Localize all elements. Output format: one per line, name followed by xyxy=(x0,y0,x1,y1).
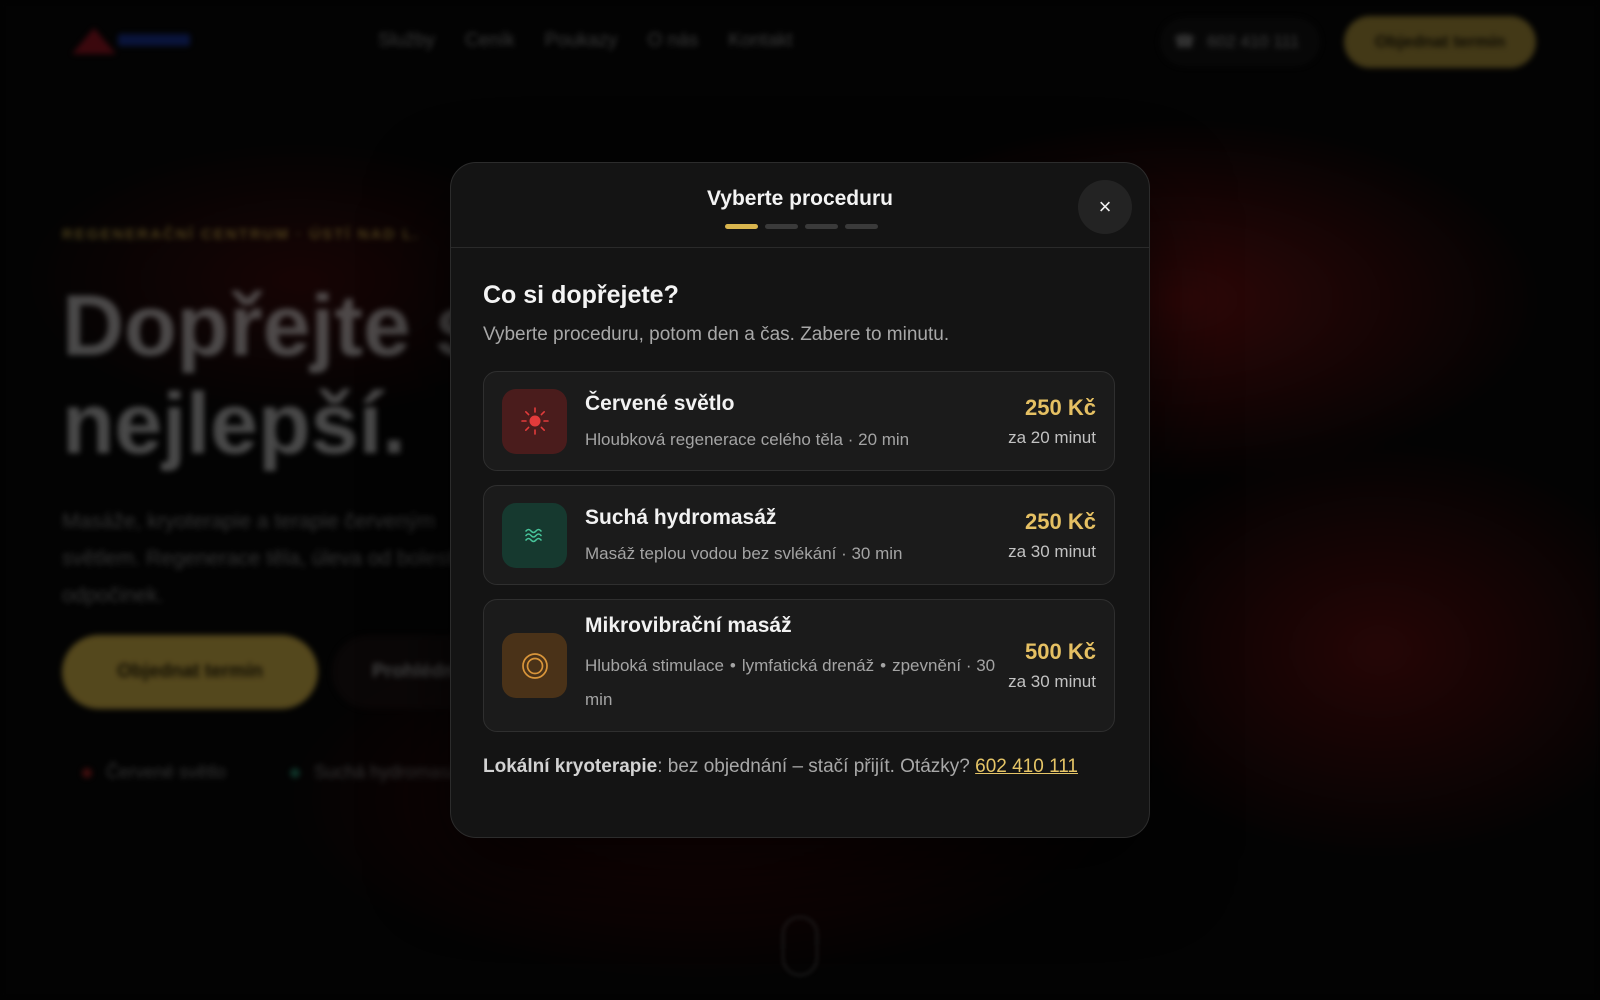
procedure-card-dry-hydromassage[interactable]: Suchá hydromasáž Masáž teplou vodou bez … xyxy=(483,485,1115,585)
procedure-price-unit: za 30 minut xyxy=(1008,541,1096,561)
modal-title: Vyberte proceduru xyxy=(707,187,893,210)
procedure-price-block: 250 Kč za 30 minut xyxy=(1008,509,1096,562)
procedure-info: Červené světlo Hloubková regenerace celé… xyxy=(585,392,996,451)
footer-note-emphasis: Lokální kryoterapie xyxy=(483,756,658,777)
procedure-name: Červené světlo xyxy=(585,391,735,415)
procedure-tag: Hluboká stimulace xyxy=(585,656,724,675)
procedure-description: Hluboká stimulace • lymfatická drenáž • zpev… xyxy=(585,656,996,709)
procedure-price-unit: za 30 minut xyxy=(1008,672,1096,691)
procedure-info: Suchá hydromasáž Masáž teplou vodou bez … xyxy=(585,506,996,565)
close-icon: × xyxy=(1098,194,1112,219)
step-indicator xyxy=(845,224,878,229)
modal-footer-note: Lokální kryoterapie: bez objednání – sta… xyxy=(483,756,1117,778)
procedure-card-red-light[interactable]: Červené světlo Hloubková regenerace celé… xyxy=(483,371,1115,471)
procedure-price: 250 Kč xyxy=(1025,394,1096,420)
procedure-description: Hloubková regenerace celého těla · 20 mi… xyxy=(585,429,910,449)
modal-body: Co si dopřejete? Vyberte proceduru, poto… xyxy=(451,281,1149,778)
procedure-price: 500 Kč xyxy=(1025,639,1096,664)
step-progress xyxy=(725,224,878,229)
step-indicator-active xyxy=(725,224,758,229)
procedure-name: Mikrovibrační masáž xyxy=(585,614,792,637)
step-indicator xyxy=(805,224,838,229)
procedure-price: 250 Kč xyxy=(1025,508,1096,534)
procedure-card-microvibration[interactable]: Mikrovibrační masáž Hluboká stimulace • ly… xyxy=(483,599,1115,732)
procedure-tag: zpevnění xyxy=(892,656,962,675)
procedure-description: Masáž teplou vodou bez svlékání · 30 min xyxy=(585,543,903,563)
procedure-list: Červené světlo Hloubková regenerace celé… xyxy=(483,371,1117,732)
step-indicator xyxy=(765,224,798,229)
bullet-separator: • xyxy=(729,656,736,675)
waves-icon xyxy=(502,502,567,568)
modal-subtitle: Vyberte proceduru, potom den a čas. Zabe… xyxy=(483,324,950,345)
modal-heading: Co si dopřejete? xyxy=(483,281,679,309)
procedure-tag: lymfatická drenáž xyxy=(741,656,875,675)
booking-modal: Vyberte proceduru × Co si dopřejete? Vyb… xyxy=(450,162,1150,838)
procedure-info: Mikrovibrační masáž Hluboká stimulace • ly… xyxy=(585,614,996,717)
phone-link[interactable]: 602 410 111 xyxy=(975,756,1078,777)
sun-icon xyxy=(502,388,567,454)
target-rings-icon xyxy=(502,633,567,698)
procedure-name: Suchá hydromasáž xyxy=(585,505,777,529)
close-button[interactable]: × xyxy=(1078,180,1132,234)
bullet-separator: • xyxy=(880,656,887,675)
footer-note-text: : bez objednání – stačí přijít. Otázky? xyxy=(657,756,976,777)
procedure-price-unit: za 20 minut xyxy=(1008,427,1096,447)
procedure-price-block: 500 Kč za 30 minut xyxy=(1008,639,1096,692)
modal-header: Vyberte proceduru × xyxy=(451,163,1149,248)
procedure-price-block: 250 Kč za 20 minut xyxy=(1008,395,1096,448)
